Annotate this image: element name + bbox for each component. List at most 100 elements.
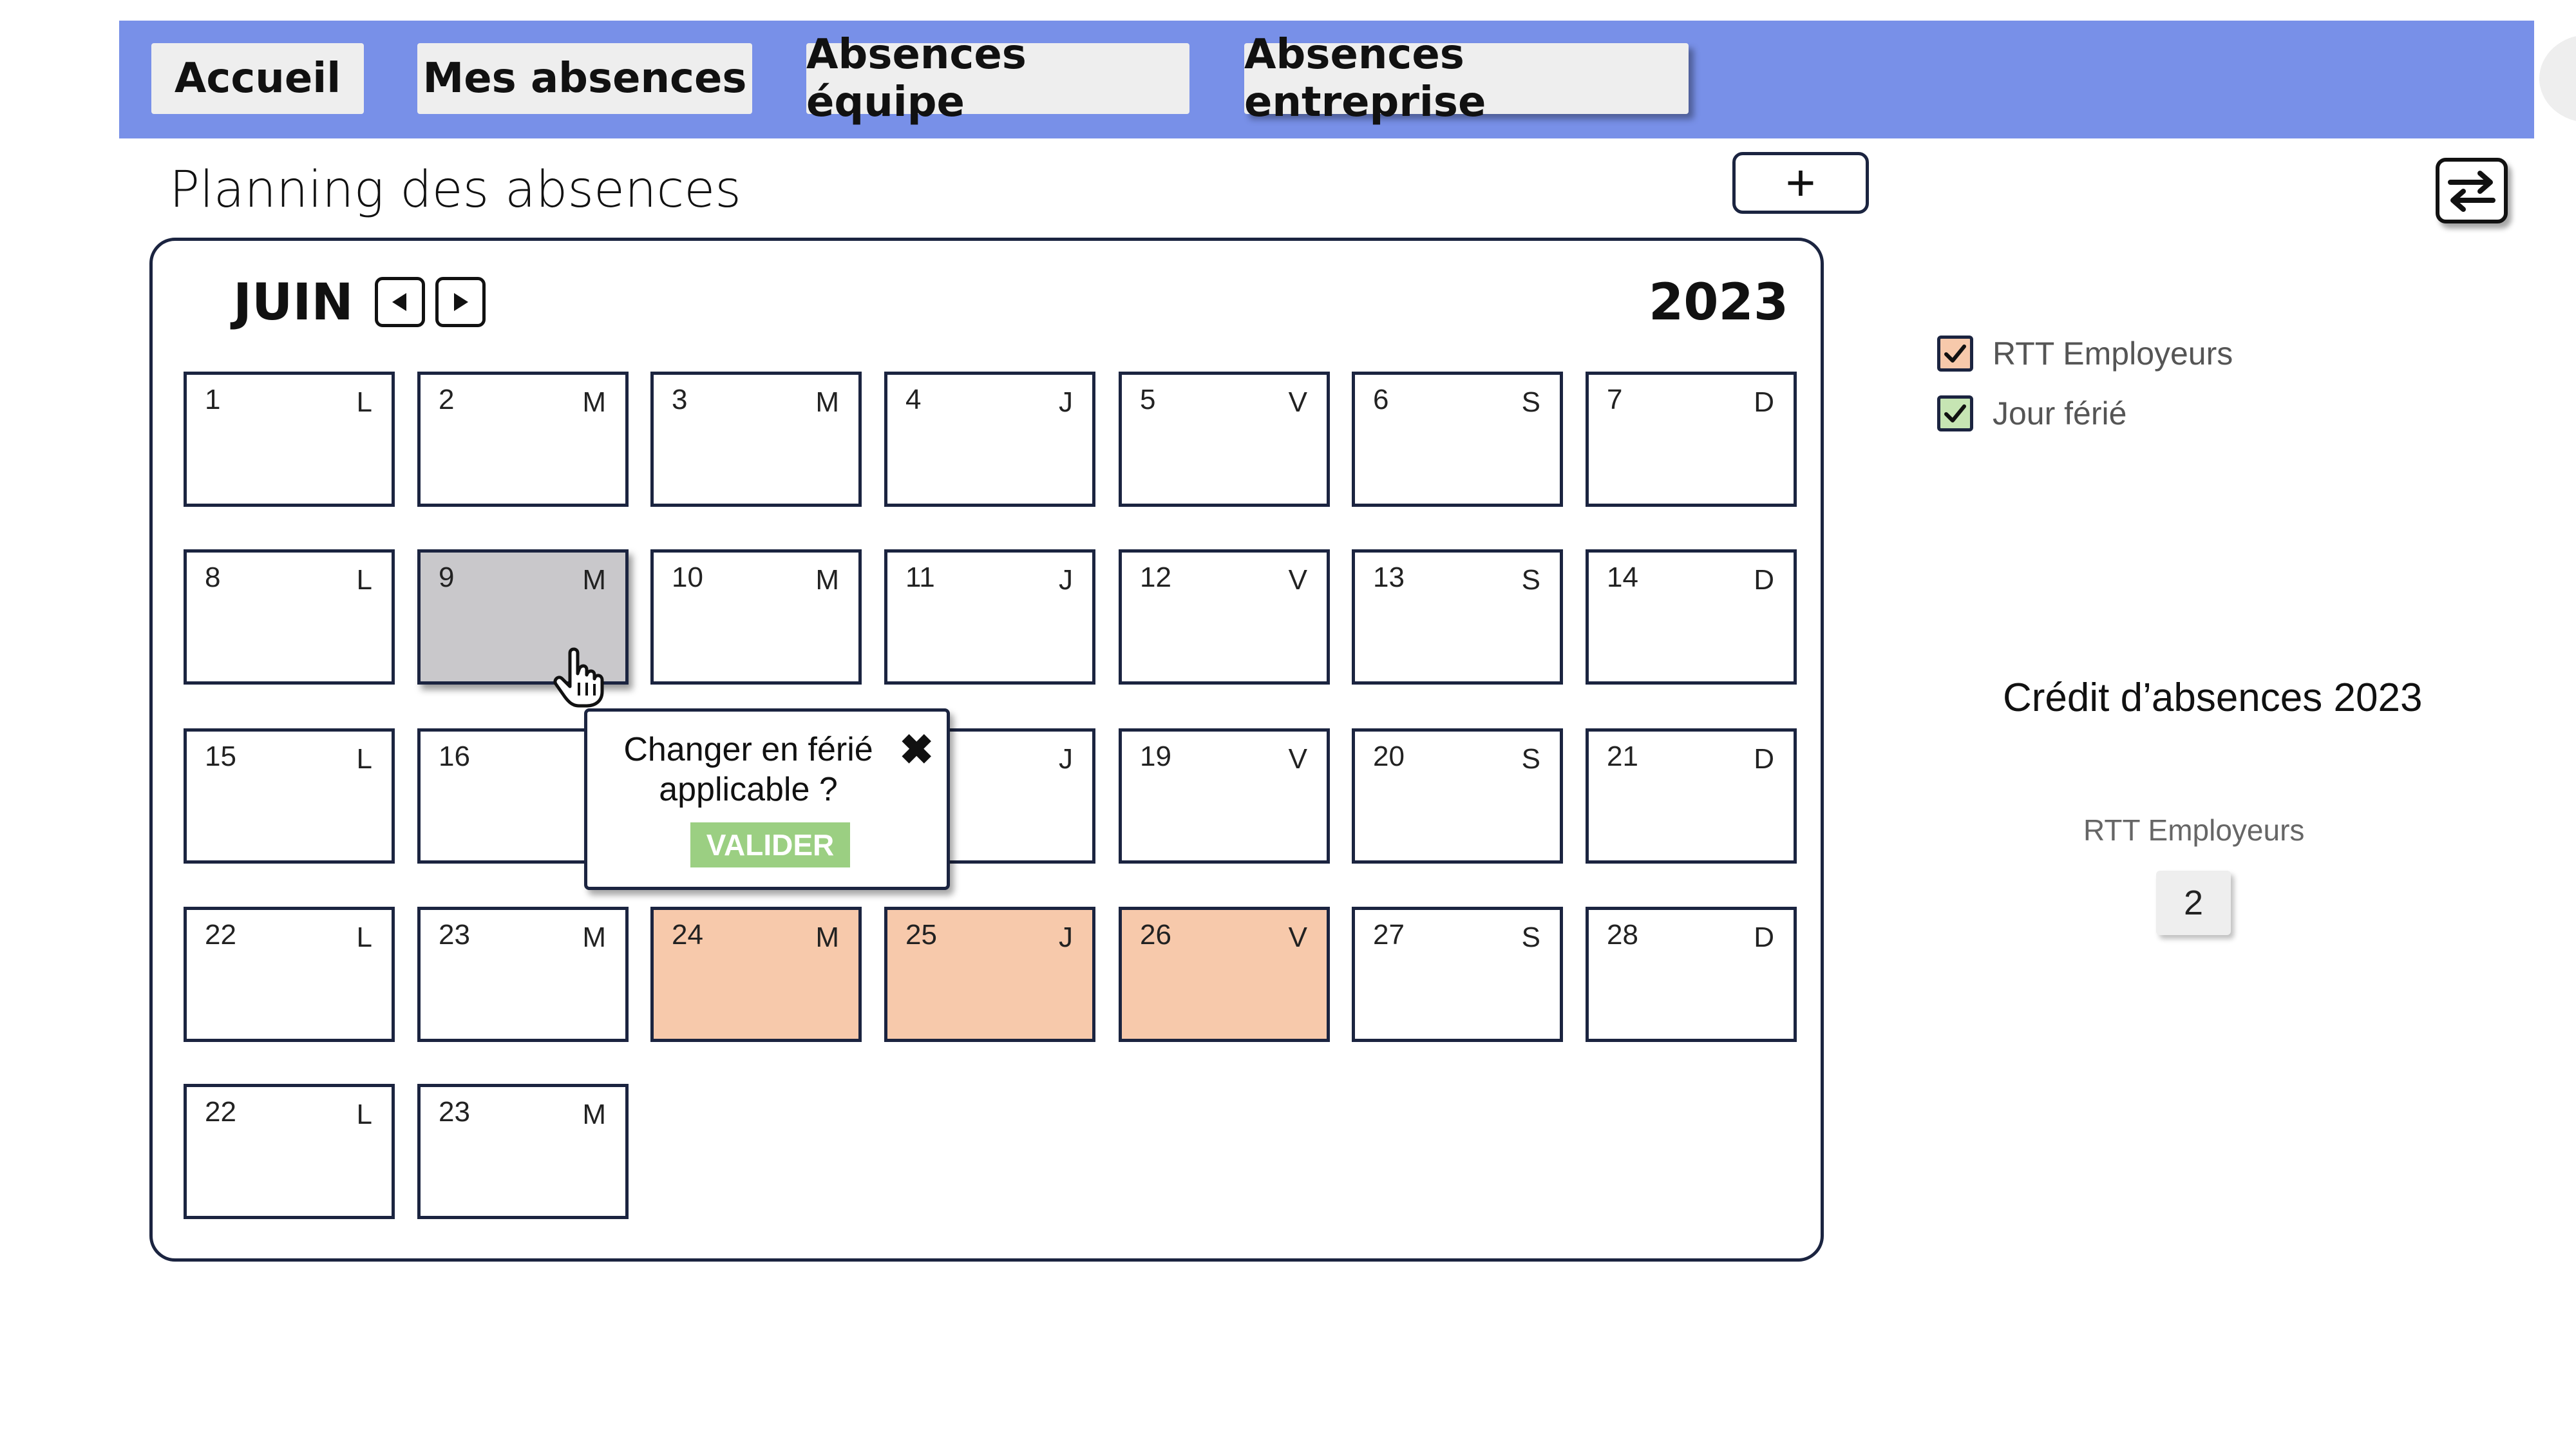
weekday-letter: L	[356, 922, 372, 953]
day-number: 3	[672, 384, 688, 415]
swap-view-button[interactable]	[2436, 158, 2508, 223]
weekday-letter: M	[815, 386, 839, 418]
check-icon	[1944, 345, 1966, 363]
legend-label-rtt: RTT Employeurs	[1993, 336, 2233, 372]
holiday-change-popup: Changer en férié applicable ? ✖ VALIDER	[584, 708, 950, 890]
nav-accueil-button[interactable]: Accueil	[151, 43, 364, 114]
day-number: 24	[672, 919, 703, 951]
day-number: 23	[439, 919, 470, 951]
weekday-letter: D	[1754, 386, 1774, 418]
validate-button[interactable]: VALIDER	[690, 822, 850, 867]
calendar-day[interactable]: 23 M	[417, 1084, 629, 1219]
avatar[interactable]	[2539, 35, 2576, 122]
rtt-checkbox[interactable]	[1937, 336, 1973, 372]
credit-type-label: RTT Employeurs	[2083, 813, 2305, 847]
calendar-day[interactable]: 3M	[650, 372, 862, 507]
weekday-letter: D	[1754, 922, 1774, 953]
credit-value: 2	[2156, 871, 2231, 935]
calendar-day[interactable]: 2M	[417, 372, 629, 507]
day-number: 10	[672, 562, 703, 593]
calendar-day[interactable]: 8L	[184, 549, 395, 685]
day-number: 27	[1373, 919, 1405, 951]
weekday-letter: J	[1059, 564, 1073, 596]
popup-message: Changer en férié applicable ?	[623, 731, 873, 808]
weekday-letter: V	[1288, 743, 1307, 775]
weekday-letter: J	[1059, 922, 1073, 953]
calendar-day[interactable]: 28 D	[1586, 907, 1797, 1042]
calendar-day[interactable]: 14 D	[1586, 549, 1797, 685]
day-number: 6	[1373, 384, 1389, 415]
day-number: 22	[205, 919, 236, 951]
weekday-letter: M	[582, 922, 606, 953]
calendar-day[interactable]: 6S	[1352, 372, 1563, 507]
weekday-letter: S	[1521, 922, 1540, 953]
legend-label-jour-ferie: Jour férié	[1993, 395, 2127, 431]
next-month-button[interactable]	[435, 277, 486, 327]
jour-ferie-checkbox[interactable]	[1937, 395, 1973, 431]
weekday-letter: V	[1288, 564, 1307, 596]
day-number: 4	[905, 384, 922, 415]
day-number: 22	[205, 1096, 236, 1128]
calendar-day[interactable]: 12 V	[1119, 549, 1330, 685]
calendar-day[interactable]: 4J	[884, 372, 1095, 507]
calendar-day[interactable]: 19 V	[1119, 728, 1330, 864]
page-title: Planning des absences	[169, 161, 741, 219]
credit-title: Crédit d’absences 2023	[2003, 676, 2423, 720]
day-number: 5	[1140, 384, 1156, 415]
day-number: 1	[205, 384, 221, 415]
nav-mes-absences-button[interactable]: Mes absences	[417, 43, 752, 114]
day-number: 12	[1140, 562, 1171, 593]
calendar-day[interactable]: 1L	[184, 372, 395, 507]
hand-pointer-icon	[551, 644, 609, 712]
nav-absences-equipe-button[interactable]: Absences équipe	[806, 31, 1189, 126]
weekday-letter: D	[1754, 743, 1774, 775]
day-number: 25	[905, 919, 937, 951]
weekday-letter: M	[582, 564, 606, 596]
calendar-day[interactable]: 24 M	[650, 907, 862, 1042]
weekday-letter: M	[815, 922, 839, 953]
triangle-right-icon	[454, 293, 468, 311]
weekday-letter: V	[1288, 922, 1307, 953]
day-number: 28	[1607, 919, 1638, 951]
check-icon	[1944, 404, 1966, 422]
close-icon[interactable]: ✖	[899, 726, 934, 774]
calendar-day[interactable]: 22 L	[184, 907, 395, 1042]
calendar-day[interactable]: 25 J	[884, 907, 1095, 1042]
weekday-letter: S	[1521, 386, 1540, 418]
calendar-day[interactable]: 10 M	[650, 549, 862, 685]
previous-month-button[interactable]	[375, 277, 425, 327]
day-number: 15	[205, 741, 236, 772]
swap-arrows-icon	[2448, 171, 2496, 212]
triangle-left-icon	[392, 293, 406, 311]
calendar-day[interactable]: 5V	[1119, 372, 1330, 507]
legend-item-jour-ferie[interactable]: Jour férié	[1937, 395, 2126, 432]
calendar-day[interactable]: 22 L	[184, 1084, 395, 1219]
calendar-day[interactable]: 21 D	[1586, 728, 1797, 864]
day-number: 2	[439, 384, 455, 415]
day-number: 21	[1607, 741, 1638, 772]
nav-absences-entreprise-button[interactable]: Absences entreprise	[1244, 31, 1689, 126]
weekday-letter: L	[356, 1099, 372, 1130]
day-number: 16	[439, 741, 470, 772]
calendar-day[interactable]: 20 S	[1352, 728, 1563, 864]
calendar-day[interactable]: 26 V	[1119, 907, 1330, 1042]
weekday-letter: L	[356, 564, 372, 596]
legend-item-rtt[interactable]: RTT Employeurs	[1937, 335, 2233, 372]
calendar-day[interactable]: 27 S	[1352, 907, 1563, 1042]
day-number: 8	[205, 562, 221, 593]
calendar-day[interactable]: 15 L	[184, 728, 395, 864]
day-number: 13	[1373, 562, 1405, 593]
calendar-day[interactable]: 13 S	[1352, 549, 1563, 685]
calendar-day[interactable]: 11 J	[884, 549, 1095, 685]
weekday-letter: L	[356, 743, 372, 775]
add-absence-button[interactable]: +	[1732, 152, 1869, 214]
day-number: 7	[1607, 384, 1623, 415]
weekday-letter: D	[1754, 564, 1774, 596]
calendar-day[interactable]: 7D	[1586, 372, 1797, 507]
day-number: 20	[1373, 741, 1405, 772]
day-number: 9	[439, 562, 455, 593]
calendar-day[interactable]: 23 M	[417, 907, 629, 1042]
day-number: 26	[1140, 919, 1171, 951]
weekday-letter: M	[582, 1099, 606, 1130]
day-number: 19	[1140, 741, 1171, 772]
